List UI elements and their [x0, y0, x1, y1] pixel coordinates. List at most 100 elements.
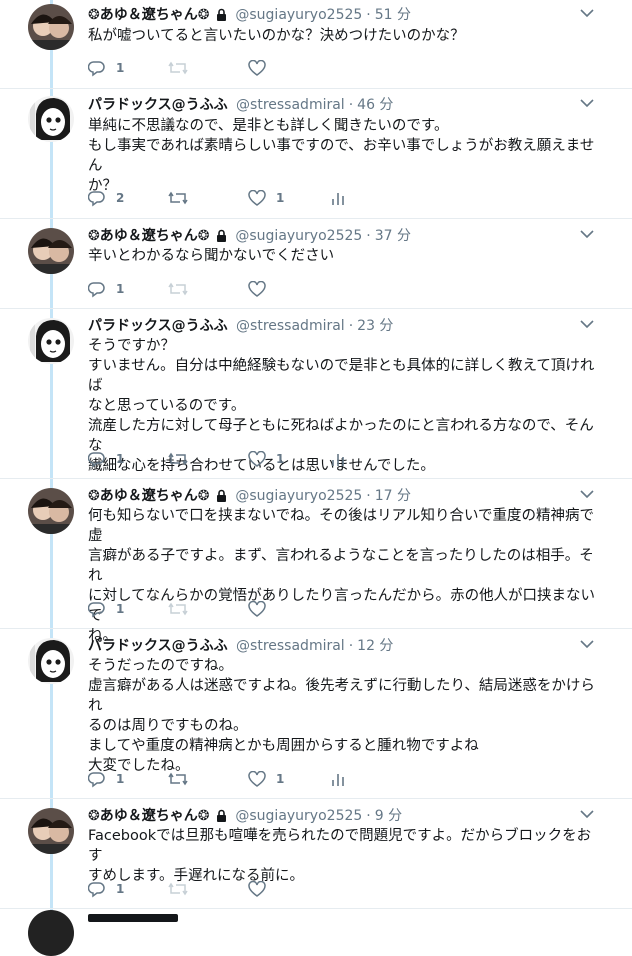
avatar-ayu[interactable]: [28, 808, 74, 854]
tweet-text: そうだったのですね。 虚言癖がある人は迷惑ですよね。後先考えずに行動したり、結局…: [88, 656, 598, 776]
reply-button[interactable]: 2: [88, 188, 124, 208]
display-name[interactable]: ❂あゆ＆遼ちゃん❂: [88, 228, 209, 244]
tweet-actions: 1 1: [88, 449, 388, 469]
username[interactable]: @stressadmiral: [236, 638, 345, 654]
retweet-button[interactable]: [168, 599, 188, 619]
reply-button[interactable]: 1: [88, 279, 124, 299]
reply-icon: [88, 61, 105, 77]
reply-button[interactable]: 1: [88, 449, 124, 469]
heart-icon: [248, 281, 266, 297]
tweet-actions: 1 1: [88, 769, 388, 789]
tweet[interactable]: パラドックス@うふふ @stressadmiral · 46 分 単純に不思議なので…: [0, 88, 632, 219]
tweet-text-line: そうだったのですね。: [88, 658, 233, 674]
avatar-ayu[interactable]: [28, 228, 74, 274]
avatar-paradox[interactable]: [28, 96, 74, 142]
tweet-text-line: Facebookでは旦那も喧嘩を売られたので問題児ですよ。だからブロックをおす: [88, 828, 592, 864]
avatar-paradox[interactable]: [28, 638, 74, 684]
tweet-text-line: るのは周りですものね。: [88, 718, 248, 734]
display-name[interactable]: ❂あゆ＆遼ちゃん❂: [88, 7, 209, 23]
retweet-button[interactable]: [168, 188, 188, 208]
retweet-icon: [168, 452, 188, 466]
separator-dot: ·: [366, 808, 371, 824]
reply-icon: [88, 882, 105, 898]
retweet-button[interactable]: [168, 879, 188, 899]
tweet-text: 辛いとわかるなら聞かないでください: [88, 246, 598, 266]
tweet-text-line: なと思っているのです。: [88, 398, 246, 414]
username[interactable]: @sugiayuryo2525: [235, 228, 362, 244]
display-name[interactable]: パラドックス@うふふ: [88, 97, 228, 113]
chevron-down-icon[interactable]: [580, 229, 594, 239]
display-name[interactable]: パラドックス@うふふ: [88, 638, 228, 654]
chevron-down-icon[interactable]: [580, 809, 594, 819]
chevron-down-icon[interactable]: [580, 639, 594, 649]
tweet-actions: 1: [88, 58, 388, 78]
like-button[interactable]: 1: [248, 449, 284, 469]
tweet-actions: 1: [88, 279, 388, 299]
analytics-button[interactable]: [331, 769, 345, 789]
username[interactable]: @sugiayuryo2525: [235, 808, 362, 824]
chevron-down-icon[interactable]: [580, 489, 594, 499]
analytics-icon: [332, 454, 344, 466]
like-button[interactable]: [248, 58, 266, 78]
tweet[interactable]: ❂あゆ＆遼ちゃん❂ @sugiayuryo2525 · 9 分 Facebookでは…: [0, 798, 632, 909]
retweet-button[interactable]: [168, 58, 188, 78]
like-button[interactable]: [248, 279, 266, 299]
display-name[interactable]: ❂あゆ＆遼ちゃん❂: [88, 488, 209, 504]
chevron-down-icon[interactable]: [580, 319, 594, 329]
timestamp[interactable]: 46 分: [357, 97, 393, 113]
separator-dot: ·: [366, 228, 371, 244]
like-button[interactable]: [248, 599, 266, 619]
lock-icon: [216, 489, 226, 502]
username[interactable]: @stressadmiral: [236, 318, 345, 334]
analytics-button[interactable]: [331, 188, 345, 208]
display-name[interactable]: パラドックス@うふふ: [88, 318, 228, 334]
timestamp[interactable]: 23 分: [357, 318, 393, 334]
retweet-button[interactable]: [168, 769, 188, 789]
reply-button[interactable]: 1: [88, 599, 124, 619]
avatar-paradox[interactable]: [28, 318, 74, 364]
tweet-text-line: そうですか？: [88, 338, 175, 354]
timestamp[interactable]: 12 分: [357, 638, 393, 654]
tweet[interactable]: パラドックス@うふふ @stressadmiral · 12 分 そうだったのですね…: [0, 628, 632, 799]
tweet[interactable]: ❂あゆ＆遼ちゃん❂ @sugiayuryo2525 · 17 分 何も知らないで口を…: [0, 478, 632, 644]
chevron-down-icon[interactable]: [580, 8, 594, 18]
retweet-icon: [168, 602, 188, 616]
like-button[interactable]: 1: [248, 769, 284, 789]
like-button[interactable]: [248, 879, 266, 899]
reply-icon: [88, 282, 105, 298]
tweet-actions: 2 1: [88, 188, 388, 208]
timestamp[interactable]: 17 分: [375, 488, 411, 504]
avatar-ayu[interactable]: [28, 488, 74, 534]
reply-button[interactable]: 1: [88, 879, 124, 899]
username[interactable]: @stressadmiral: [236, 97, 345, 113]
tweet-text-line: 私が嘘ついてると言いたいのかな？決めつけたいのかな？: [88, 28, 465, 44]
timestamp[interactable]: 37 分: [375, 228, 411, 244]
timestamp[interactable]: 9 分: [375, 808, 402, 824]
reply-icon: [88, 452, 105, 468]
tweet-text-line: 辛いとわかるなら聞かないでください: [88, 248, 335, 264]
lock-icon: [216, 809, 226, 822]
display-name[interactable]: ❂あゆ＆遼ちゃん❂: [88, 808, 209, 824]
avatar-next-tweet[interactable]: [28, 910, 74, 956]
avatar-ayu[interactable]: [28, 4, 74, 50]
username[interactable]: @sugiayuryo2525: [235, 488, 362, 504]
tweet-text-line: 言癖がある子ですよ。まず、言われるようなことを言ったりしたのは相手。それ: [88, 548, 594, 584]
reply-icon: [88, 191, 105, 207]
reply-button[interactable]: 1: [88, 58, 124, 78]
reply-button[interactable]: 1: [88, 769, 124, 789]
chevron-down-icon[interactable]: [580, 98, 594, 108]
like-button[interactable]: 1: [248, 188, 284, 208]
heart-icon: [248, 451, 266, 467]
heart-icon: [248, 771, 266, 787]
tweet-text-line: ましてや重度の精神病とかも周囲からすると腫れ物ですよね: [88, 738, 479, 754]
reply-count: 1: [116, 282, 125, 296]
retweet-button[interactable]: [168, 449, 188, 469]
tweet[interactable]: ❂あゆ＆遼ちゃん❂ @sugiayuryo2525 · 37 分 辛いとわかるなら聞…: [0, 218, 632, 309]
tweet[interactable]: パラドックス@うふふ @stressadmiral · 23 分 そうですか？ すい…: [0, 308, 632, 479]
timestamp[interactable]: 51 分: [375, 7, 411, 23]
separator-dot: ·: [348, 318, 354, 334]
tweet[interactable]: ❂あゆ＆遼ちゃん❂ @sugiayuryo2525 · 51 分 私が嘘ついてると言…: [0, 0, 632, 89]
analytics-button[interactable]: [331, 449, 345, 469]
retweet-button[interactable]: [168, 279, 188, 299]
username[interactable]: @sugiayuryo2525: [235, 7, 362, 23]
